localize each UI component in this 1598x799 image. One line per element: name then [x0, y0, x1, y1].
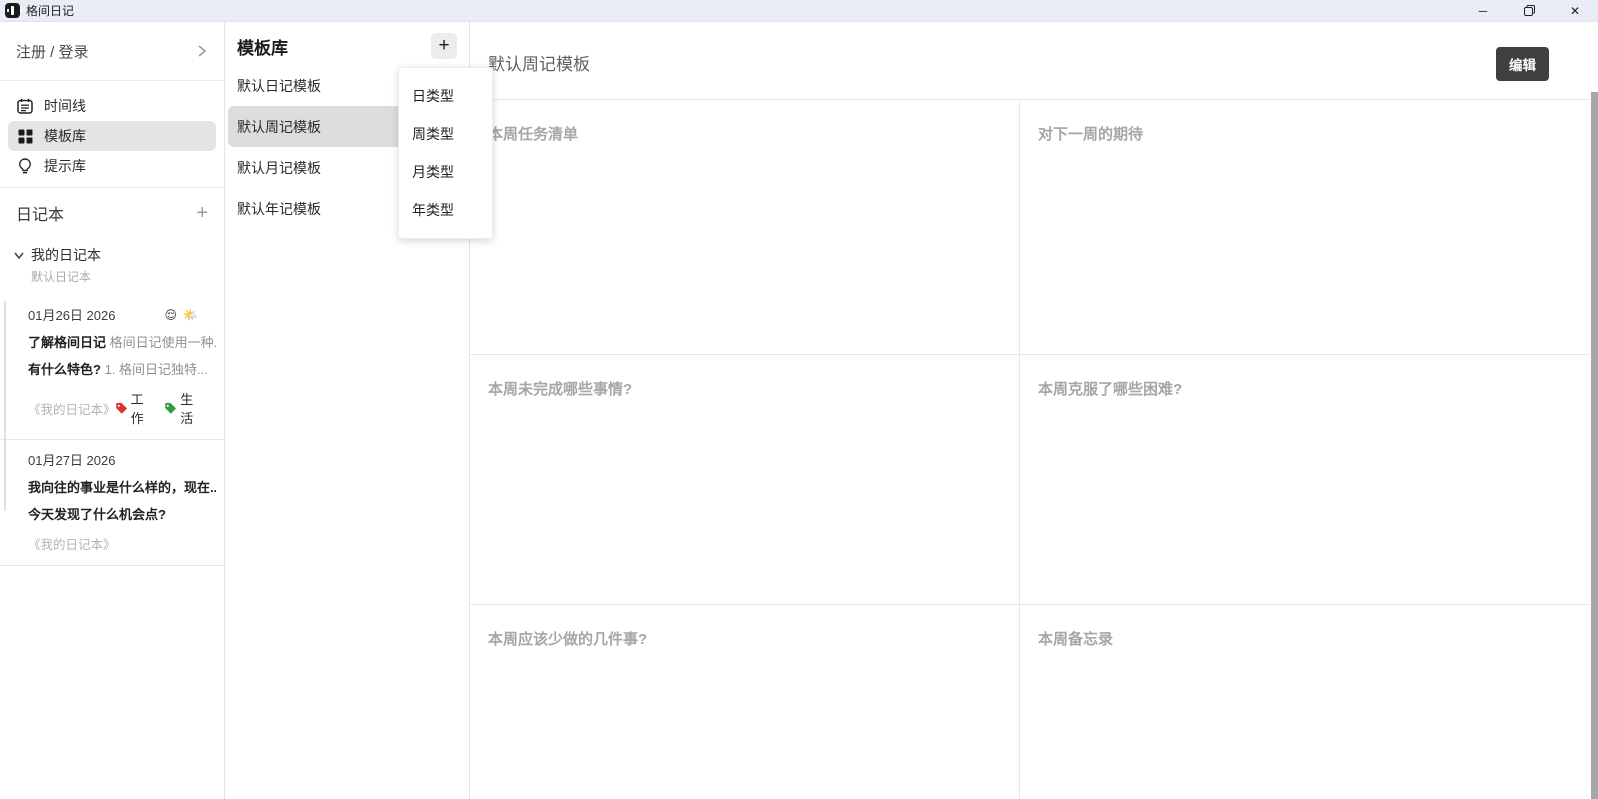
entry-emojis: 😌🌤️: [165, 308, 216, 322]
app-logo-icon: [5, 3, 20, 18]
sidebar-item-label: 时间线: [44, 96, 86, 116]
menu-item-year-type[interactable]: 年类型: [399, 191, 492, 229]
page-title: 默认周记模板: [488, 50, 590, 75]
notebook-group-subtitle: 默认日记本: [0, 265, 224, 285]
notebooks-title: 日记本: [16, 201, 64, 225]
cell-title: 本周应该少做的几件事?: [488, 628, 1001, 649]
entry-date: 01月26日 2026: [28, 305, 115, 324]
cell-title: 对下一周的期待: [1038, 123, 1572, 144]
tag-icon: [115, 402, 128, 415]
diary-entry[interactable]: 01月27日 2026 我向往的事业是什么样的，现在... 今天发现了什么机会点…: [0, 440, 224, 566]
title-bar: 格间日记 ─ ✕: [0, 0, 1598, 22]
login-row[interactable]: 注册 / 登录: [0, 22, 224, 81]
tag-work[interactable]: 工作: [115, 389, 157, 427]
notebook-group[interactable]: 我的日记本: [0, 225, 224, 265]
template-cell-tasks[interactable]: 本周任务清单: [470, 100, 1020, 355]
vertical-scrollbar[interactable]: [1591, 92, 1598, 799]
lightbulb-icon: [16, 158, 34, 175]
cell-title: 本周备忘录: [1038, 628, 1572, 649]
edit-button[interactable]: 编辑: [1496, 47, 1549, 81]
calendar-icon: [16, 98, 34, 114]
restore-icon: [1524, 5, 1535, 16]
minimize-button[interactable]: ─: [1460, 0, 1506, 21]
entry-preview-title: 有什么特色?: [28, 362, 101, 377]
login-label: 注册 / 登录: [16, 41, 89, 62]
restore-button[interactable]: [1506, 0, 1552, 21]
entry-date: 01月27日 2026: [28, 450, 115, 469]
menu-item-day-type[interactable]: 日类型: [399, 77, 492, 115]
sidebar-item-prompts[interactable]: 提示库: [8, 151, 216, 181]
chevron-right-icon: [196, 43, 208, 59]
templates-panel-header: 模板库 +: [225, 22, 469, 59]
grid-icon: [16, 129, 34, 144]
notebook-group-label: 我的日记本: [31, 245, 101, 265]
menu-item-month-type[interactable]: 月类型: [399, 153, 492, 191]
list-indent-guide: [4, 301, 6, 511]
entry-preview-line: 我向往的事业是什么样的，现在...: [28, 477, 216, 496]
entry-preview-title: 我向往的事业是什么样的，现在...: [28, 480, 216, 495]
entry-preview-line: 有什么特色? 1. 格间日记独特...: [28, 359, 216, 378]
entry-notebook: 《我的日记本》: [28, 399, 115, 418]
diary-entries-list: 01月26日 2026 😌🌤️ 了解格间日记 格间日记使用一种... 有什么特色…: [0, 295, 224, 566]
diary-entry[interactable]: 01月26日 2026 😌🌤️ 了解格间日记 格间日记使用一种... 有什么特色…: [0, 295, 224, 440]
app-title: 格间日记: [26, 2, 74, 19]
template-cell-memo[interactable]: 本周备忘录: [1020, 605, 1590, 799]
tag-icon: [164, 402, 177, 415]
window-controls: ─ ✕: [1460, 0, 1598, 21]
tag-label: 生活: [180, 389, 206, 427]
notebooks-header: 日记本 +: [0, 188, 224, 225]
template-cell-difficulties[interactable]: 本周克服了哪些困难?: [1020, 355, 1590, 605]
mood-emoji-icon: 😌: [165, 308, 184, 322]
sidebar-item-templates[interactable]: 模板库: [8, 121, 216, 151]
entry-notebook: 《我的日记本》: [28, 534, 116, 553]
entry-preview-line: 了解格间日记 格间日记使用一种...: [28, 332, 216, 351]
new-template-type-menu: 日类型 周类型 月类型 年类型: [398, 67, 493, 239]
main-area: 默认周记模板 编辑 本周任务清单 对下一周的期待 本周未完成哪些事情? 本周克服…: [470, 22, 1598, 799]
sidebar-nav: 时间线 模板库: [0, 81, 224, 181]
entry-preview-title: 今天发现了什么机会点?: [28, 507, 166, 522]
template-cell-do-less[interactable]: 本周应该少做的几件事?: [470, 605, 1020, 799]
cell-title: 本周克服了哪些困难?: [1038, 378, 1572, 399]
close-button[interactable]: ✕: [1552, 0, 1598, 21]
cell-title: 本周未完成哪些事情?: [488, 378, 1001, 399]
add-notebook-button[interactable]: +: [196, 203, 208, 223]
entry-preview-title: 了解格间日记: [28, 335, 106, 350]
chevron-down-icon: [13, 249, 25, 261]
sidebar-item-label: 模板库: [44, 126, 86, 146]
sidebar-item-timeline[interactable]: 时间线: [8, 91, 216, 121]
entry-preview-text: 格间日记使用一种...: [110, 335, 216, 350]
template-cell-unfinished[interactable]: 本周未完成哪些事情?: [470, 355, 1020, 605]
entry-preview-line: 今天发现了什么机会点?: [28, 504, 216, 523]
templates-panel-title: 模板库: [237, 34, 288, 59]
add-template-button[interactable]: +: [431, 33, 457, 59]
sidebar: 注册 / 登录 时间线: [0, 22, 225, 799]
tag-life[interactable]: 生活: [164, 389, 206, 427]
menu-item-week-type[interactable]: 周类型: [399, 115, 492, 153]
tag-label: 工作: [131, 389, 157, 427]
weather-emoji-icon: 🌤️: [183, 308, 204, 322]
cell-title: 本周任务清单: [488, 123, 1001, 144]
app-content: 注册 / 登录 时间线: [0, 22, 1598, 799]
template-cell-expectations[interactable]: 对下一周的期待: [1020, 100, 1590, 355]
template-grid: 本周任务清单 对下一周的期待 本周未完成哪些事情? 本周克服了哪些困难? 本周应…: [470, 99, 1590, 799]
entry-preview-text: 1. 格间日记独特...: [105, 362, 208, 377]
entry-tags: 工作 生活: [115, 389, 216, 427]
sidebar-item-label: 提示库: [44, 156, 86, 176]
